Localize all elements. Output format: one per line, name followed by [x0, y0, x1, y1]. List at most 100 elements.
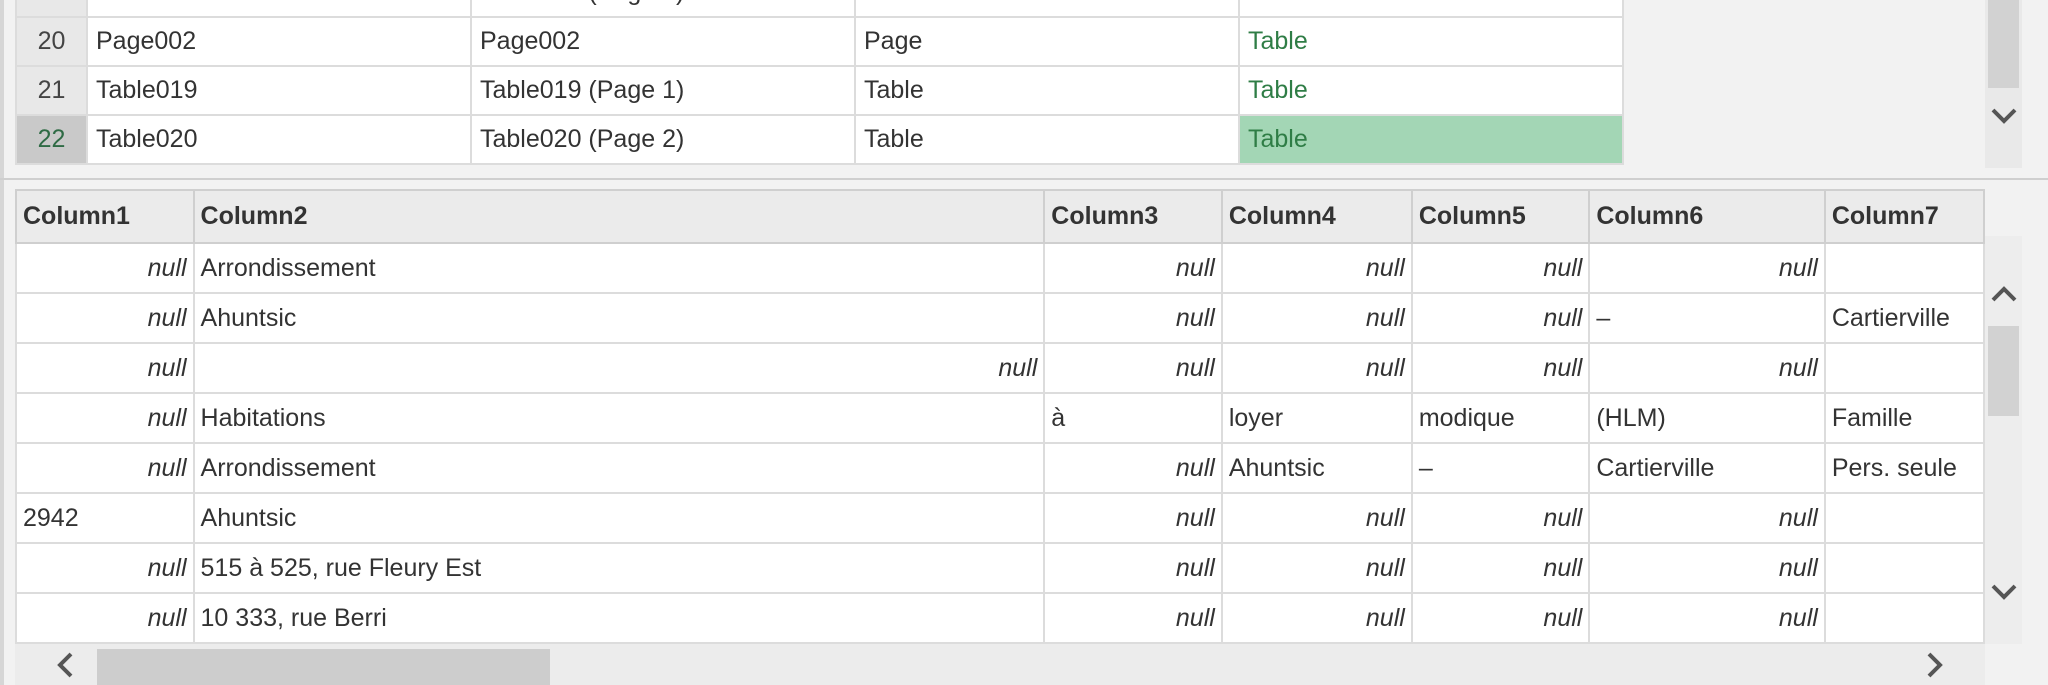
preview-horizontal-scrollbar[interactable]	[15, 644, 1985, 685]
navigator-cell-item-data[interactable]: Table	[1238, 114, 1624, 165]
navigator-cell-item-name[interactable]: Table020	[86, 114, 472, 165]
navigator-cell-row-number[interactable]: 22	[15, 114, 88, 165]
navigator-cell-row-number[interactable]: 20	[15, 16, 88, 67]
table-cell[interactable]: Arrondissement	[192, 442, 1046, 494]
table-cell[interactable]: Ahuntsic	[1220, 442, 1413, 494]
table-cell[interactable]: null	[15, 542, 195, 594]
table-cell[interactable]: Habitations	[192, 392, 1046, 444]
navigator-cell-item-name[interactable]: Table019	[86, 65, 472, 116]
table-cell[interactable]: Ahuntsic	[192, 492, 1046, 544]
navigator-row[interactable]: 22 Table020 Table020 (Page 2) Table Table	[15, 114, 1624, 165]
table-cell[interactable]: null	[1220, 342, 1413, 394]
table-cell[interactable]: null	[1043, 242, 1223, 294]
preview-vertical-scrollbar[interactable]	[1985, 236, 2022, 644]
navigator-cell-item-caption[interactable]: Page002	[470, 16, 856, 67]
navigator-cell-row-number[interactable]: 21	[15, 65, 88, 116]
table-cell[interactable]	[1823, 542, 1985, 594]
chevron-up-icon[interactable]	[1985, 276, 2022, 312]
table-cell[interactable]: (HLM)	[1588, 392, 1826, 444]
table-cell[interactable]: null	[1588, 342, 1826, 394]
table-cell[interactable]: Famille	[1823, 392, 1985, 444]
navigator-cell-item-data[interactable]: Table	[1238, 16, 1624, 67]
table-cell[interactable]: null	[1410, 292, 1591, 344]
navigator-cell-item-kind[interactable]: Table	[854, 65, 1240, 116]
table-cell[interactable]: null	[1410, 542, 1591, 594]
table-cell[interactable]: null	[1588, 592, 1826, 644]
table-cell[interactable]: null	[1220, 542, 1413, 594]
table-cell[interactable]: null	[1043, 492, 1223, 544]
preview-vertical-scroll-thumb[interactable]	[1988, 326, 2019, 416]
navigator-cell-item-data[interactable]: Table	[1238, 65, 1624, 116]
table-cell[interactable]: null	[15, 342, 195, 394]
column-header[interactable]: Column3	[1043, 189, 1223, 244]
table-cell[interactable]: –	[1588, 292, 1826, 344]
table-cell[interactable]: null	[192, 342, 1046, 394]
table-cell[interactable]: null	[1043, 542, 1223, 594]
table-cell[interactable]: null	[1588, 492, 1826, 544]
table-cell[interactable]: null	[1043, 292, 1223, 344]
navigator-cell-item-kind[interactable]: Table	[854, 0, 1240, 18]
navigator-cell-item-name[interactable]: Table018	[86, 0, 472, 18]
chevron-right-icon[interactable]	[1917, 644, 1953, 685]
table-cell[interactable]: null	[15, 292, 195, 344]
navigator-row[interactable]: 19Table018Table018 (Page 1)TableTable	[15, 0, 1624, 18]
navigator-row[interactable]: 20 Page002 Page002 Page Table	[15, 16, 1624, 67]
table-cell[interactable]: null	[1220, 292, 1413, 344]
column-header[interactable]: Column1	[15, 189, 195, 244]
table-cell[interactable]: 2942	[15, 492, 195, 544]
table-cell[interactable]: 515 à 525, rue Fleury Est	[192, 542, 1046, 594]
navigator-cell-item-kind[interactable]: Table	[854, 114, 1240, 165]
chevron-down-icon[interactable]	[1985, 574, 2022, 610]
table-cell[interactable]: null	[1588, 542, 1826, 594]
chevron-down-icon[interactable]	[1985, 96, 2022, 136]
table-cell[interactable]: à	[1043, 392, 1223, 444]
column-header[interactable]: Column7	[1823, 189, 1985, 244]
column-header[interactable]: Column5	[1410, 189, 1591, 244]
table-cell[interactable]: Ahuntsic	[192, 292, 1046, 344]
table-cell[interactable]	[1823, 592, 1985, 644]
table-cell[interactable]: null	[15, 592, 195, 644]
table-cell[interactable]	[1823, 242, 1985, 294]
table-cell[interactable]: null	[1043, 342, 1223, 394]
table-cell[interactable]: loyer	[1220, 392, 1413, 444]
navigator-row[interactable]: 21 Table019 Table019 (Page 1) Table Table	[15, 65, 1624, 116]
table-cell[interactable]: null	[1043, 442, 1223, 494]
column-header[interactable]: Column6	[1588, 189, 1826, 244]
panel-divider[interactable]	[0, 178, 2048, 180]
table-cell[interactable]: null	[1220, 592, 1413, 644]
column-header[interactable]: Column4	[1220, 189, 1413, 244]
navigator-scroll-thumb[interactable]	[1988, 0, 2019, 88]
table-cell[interactable]: Arrondissement	[192, 242, 1046, 294]
table-cell[interactable]	[1823, 492, 1985, 544]
navigator-cell-item-caption[interactable]: Table020 (Page 2)	[470, 114, 856, 165]
table-cell[interactable]: null	[1220, 242, 1413, 294]
navigator-cell-row-number[interactable]: 19	[15, 0, 88, 18]
table-cell[interactable]: modique	[1410, 392, 1591, 444]
table-cell[interactable]: null	[1410, 342, 1591, 394]
table-cell[interactable]: null	[1410, 592, 1591, 644]
table-cell[interactable]: Cartierville	[1823, 292, 1985, 344]
table-cell[interactable]: null	[1410, 242, 1591, 294]
table-row: 2942 Ahuntsic null null null null	[15, 492, 1985, 544]
navigator-cell-item-kind[interactable]: Page	[854, 16, 1240, 67]
table-cell[interactable]: null	[1043, 592, 1223, 644]
table-cell[interactable]	[1823, 342, 1985, 394]
table-cell[interactable]: null	[1220, 492, 1413, 544]
navigator-cell-item-data[interactable]: Table	[1238, 0, 1624, 18]
table-cell[interactable]: Pers. seule	[1823, 442, 1985, 494]
navigator-cell-item-caption[interactable]: Table019 (Page 1)	[470, 65, 856, 116]
table-cell[interactable]: null	[15, 392, 195, 444]
table-cell[interactable]: null	[1588, 242, 1826, 294]
table-cell[interactable]: null	[15, 242, 195, 294]
navigator-cell-item-caption[interactable]: Table018 (Page 1)	[470, 0, 856, 18]
chevron-left-icon[interactable]	[47, 644, 83, 685]
column-header[interactable]: Column2	[192, 189, 1046, 244]
navigator-vertical-scrollbar[interactable]	[1985, 0, 2022, 168]
table-cell[interactable]: Cartierville	[1588, 442, 1826, 494]
table-cell[interactable]: 10 333, rue Berri	[192, 592, 1046, 644]
table-cell[interactable]: –	[1410, 442, 1591, 494]
navigator-cell-item-name[interactable]: Page002	[86, 16, 472, 67]
table-cell[interactable]: null	[15, 442, 195, 494]
preview-horizontal-scroll-thumb[interactable]	[97, 649, 550, 685]
table-cell[interactable]: null	[1410, 492, 1591, 544]
